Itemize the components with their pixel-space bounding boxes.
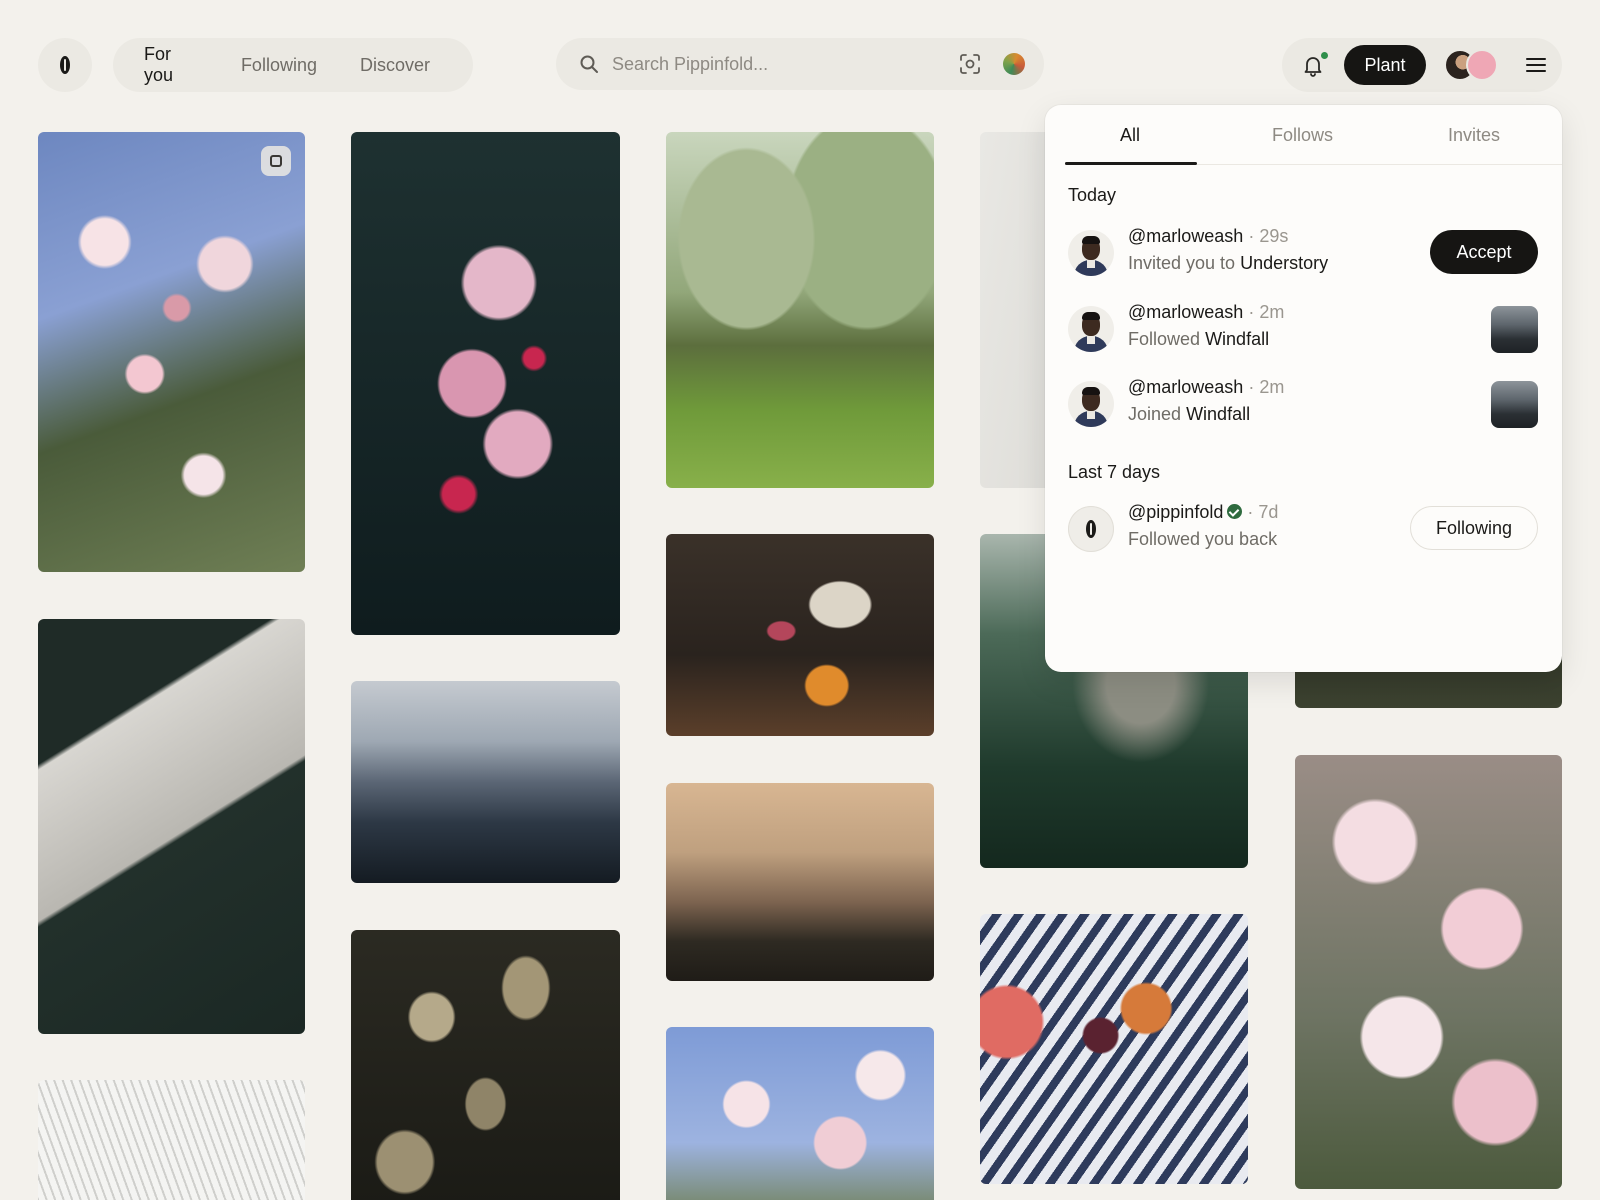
notification-action: Followed you back — [1128, 529, 1278, 549]
user-handle[interactable]: @marloweash — [1128, 302, 1243, 322]
timestamp: · 29s — [1248, 226, 1289, 246]
search-icon — [580, 55, 598, 73]
feed-tabs: For you Following Discover — [113, 38, 473, 92]
notification-action: Followed — [1128, 329, 1201, 349]
timestamp: · 7d — [1247, 502, 1279, 522]
notification-tabs: All Follows Invites — [1065, 105, 1562, 165]
active-tab-indicator — [1065, 162, 1197, 165]
notification-item[interactable]: @marloweash · 2m Followed Windfall — [1068, 298, 1538, 358]
photo-tile[interactable] — [351, 132, 620, 635]
section-today: Today — [1068, 185, 1117, 205]
notifications-panel: All Follows Invites Today @marloweash · … — [1045, 105, 1562, 672]
color-search-icon[interactable] — [1003, 53, 1025, 75]
photo-tile[interactable] — [38, 1080, 305, 1200]
hamburger-menu-icon[interactable] — [1526, 56, 1546, 74]
pippinfold-avatar[interactable] — [1068, 506, 1114, 552]
photo-tile[interactable] — [980, 914, 1248, 1184]
photo-tile[interactable] — [38, 132, 305, 572]
photo-tile[interactable] — [666, 534, 934, 736]
notification-item[interactable]: @marloweash · 2m Joined Windfall — [1068, 373, 1538, 433]
following-button[interactable]: Following — [1410, 506, 1538, 550]
user-avatar[interactable] — [1068, 381, 1114, 427]
search-input[interactable] — [612, 46, 932, 82]
seed-logo-icon — [60, 56, 70, 74]
unread-dot — [1320, 51, 1329, 60]
photo-tile[interactable] — [351, 681, 620, 883]
user-handle[interactable]: @pippinfold — [1128, 502, 1223, 522]
user-handle[interactable]: @marloweash — [1128, 377, 1243, 397]
target-name[interactable]: Understory — [1240, 253, 1328, 273]
timestamp: · 2m — [1248, 302, 1285, 322]
tab-discover[interactable]: Discover — [360, 55, 430, 76]
plant-button[interactable]: Plant — [1344, 45, 1426, 85]
timestamp: · 2m — [1248, 377, 1285, 397]
tab-follows[interactable]: Follows — [1272, 125, 1333, 146]
section-last-7-days: Last 7 days — [1068, 462, 1161, 482]
notification-item[interactable]: @pippinfold · 7d Followed you back Follo… — [1068, 498, 1538, 558]
select-square-icon[interactable] — [261, 146, 291, 176]
notification-item[interactable]: @marloweash · 29s Invited you to Underst… — [1068, 222, 1538, 282]
seed-logo-icon — [1086, 520, 1096, 538]
secondary-avatar[interactable] — [1466, 49, 1498, 81]
target-name[interactable]: Windfall — [1186, 404, 1250, 424]
photo-tile[interactable] — [351, 930, 620, 1200]
user-handle[interactable]: @marloweash — [1128, 226, 1243, 246]
board-thumbnail[interactable] — [1491, 381, 1538, 428]
photo-tile[interactable] — [38, 619, 305, 1034]
verified-badge-icon — [1227, 504, 1243, 519]
target-name[interactable]: Windfall — [1205, 329, 1269, 349]
tab-invites[interactable]: Invites — [1448, 125, 1500, 146]
photo-tile[interactable] — [666, 132, 934, 488]
user-avatar[interactable] — [1068, 306, 1114, 352]
account-toolbar: Plant — [1282, 38, 1562, 92]
photo-tile[interactable] — [666, 1027, 934, 1200]
logo-button[interactable] — [38, 38, 92, 92]
notification-action: Invited you to — [1128, 253, 1236, 273]
accept-button[interactable]: Accept — [1430, 230, 1538, 274]
tab-all[interactable]: All — [1120, 125, 1140, 146]
board-thumbnail[interactable] — [1491, 306, 1538, 353]
user-avatar[interactable] — [1068, 230, 1114, 276]
visual-search-icon[interactable] — [958, 52, 982, 76]
photo-tile[interactable] — [666, 783, 934, 981]
tab-for-you[interactable]: For you — [144, 44, 198, 86]
search-bar — [556, 38, 1044, 90]
photo-tile[interactable] — [1295, 755, 1562, 1189]
notification-action: Joined — [1128, 404, 1182, 424]
tab-following[interactable]: Following — [241, 55, 317, 76]
